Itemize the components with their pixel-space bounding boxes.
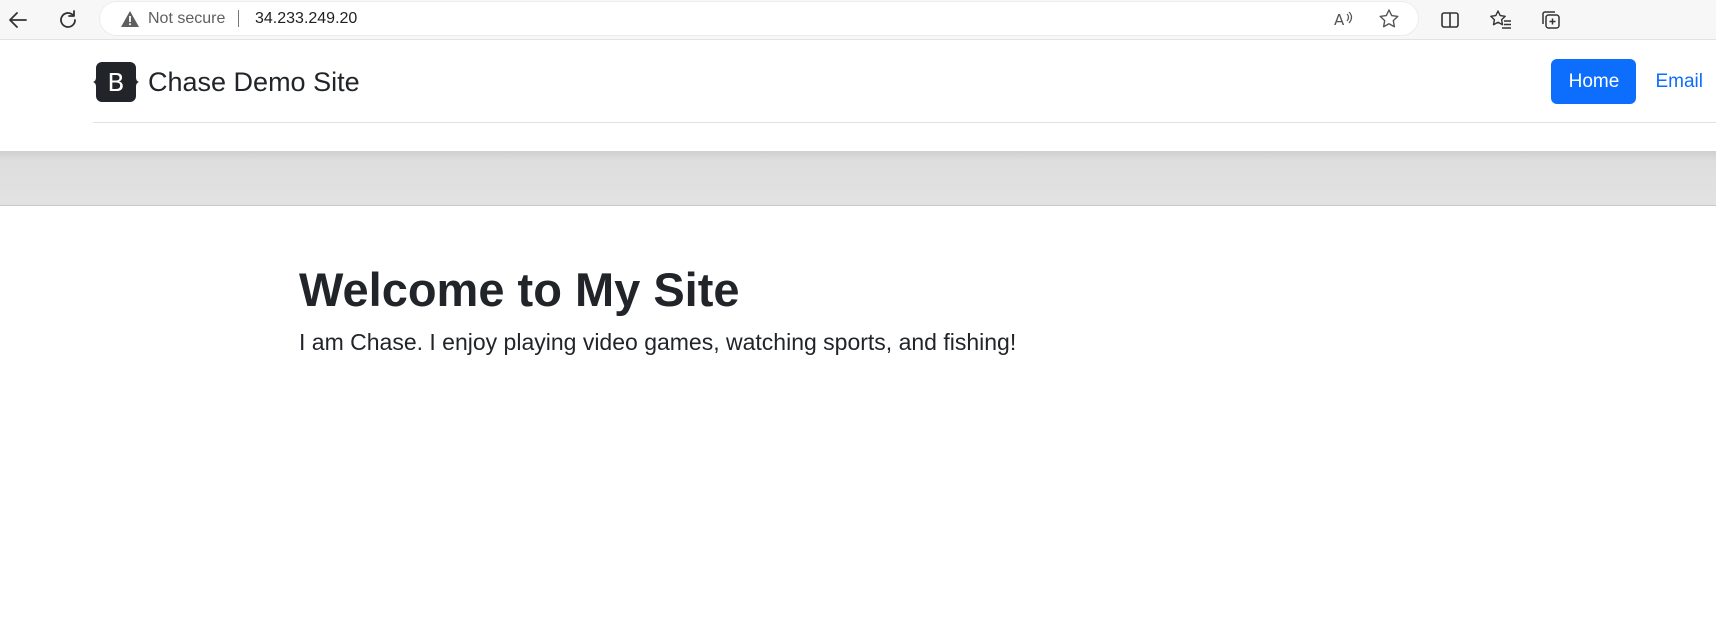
header-divider bbox=[93, 122, 1716, 123]
svg-text:A: A bbox=[1334, 11, 1345, 29]
security-status[interactable]: Not secure bbox=[148, 10, 225, 28]
collections-icon[interactable] bbox=[1535, 4, 1567, 36]
address-bar[interactable]: Not secure 34.233.249.20 A bbox=[100, 2, 1418, 35]
main-nav: Home Email bbox=[1551, 59, 1716, 104]
address-separator bbox=[238, 10, 239, 27]
brand-logo-letter: B bbox=[107, 67, 125, 97]
favorites-icon[interactable] bbox=[1485, 4, 1517, 36]
back-icon[interactable] bbox=[2, 4, 34, 36]
read-aloud-icon[interactable]: A bbox=[1332, 7, 1356, 31]
gray-band bbox=[0, 151, 1716, 206]
browser-toolbar: Not secure 34.233.249.20 A bbox=[0, 0, 1716, 40]
warning-icon[interactable] bbox=[120, 10, 140, 28]
favorite-star-icon[interactable] bbox=[1377, 7, 1401, 31]
site-header: B Chase Demo Site Home Email bbox=[0, 41, 1716, 151]
page-lead: I am Chase. I enjoy playing video games,… bbox=[299, 329, 1017, 355]
brand-link[interactable]: B Chase Demo Site bbox=[93, 62, 360, 102]
nav-email-link[interactable]: Email bbox=[1655, 71, 1703, 93]
url-text[interactable]: 34.233.249.20 bbox=[255, 10, 357, 28]
nav-home-link[interactable]: Home bbox=[1551, 59, 1637, 104]
refresh-icon[interactable] bbox=[52, 4, 84, 36]
brand-name[interactable]: Chase Demo Site bbox=[148, 62, 360, 102]
bootstrap-logo-icon: B bbox=[93, 62, 139, 102]
main-content: Welcome to My Site I am Chase. I enjoy p… bbox=[299, 260, 1016, 358]
page-title: Welcome to My Site bbox=[299, 263, 740, 316]
split-screen-icon[interactable] bbox=[1434, 4, 1466, 36]
